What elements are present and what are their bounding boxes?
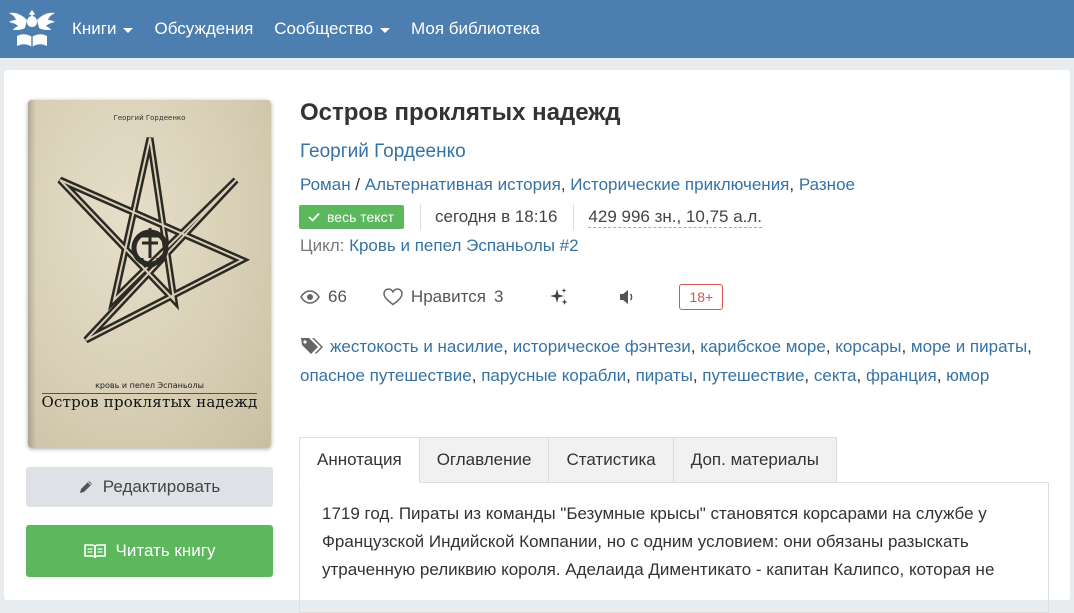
stats-row: 66 Нравится 3 18+ [300, 282, 724, 312]
edit-button[interactable]: Редактировать [26, 467, 273, 507]
tag-link[interactable]: юмор [946, 366, 989, 385]
heart-icon [383, 288, 403, 306]
pencil-icon [79, 480, 93, 494]
genre-separator: , [789, 175, 799, 194]
edit-button-label: Редактировать [102, 477, 221, 496]
tag-link[interactable]: опасное путешествие [300, 366, 472, 385]
age-rating-badge: 18+ [679, 284, 724, 310]
meta-divider [573, 204, 575, 230]
speaker-icon [620, 290, 633, 304]
nav-community-label: Сообщество [274, 19, 374, 38]
status-badge: весь текст [299, 205, 404, 229]
tag-link[interactable]: путешествие [702, 366, 804, 385]
genre-separator: , [560, 175, 571, 194]
chevron-down-icon [380, 27, 391, 33]
check-icon [308, 212, 320, 222]
cover-series: кровь и пепел Эспаньолы [95, 381, 204, 390]
updated-time: сегодня в 18:16 [435, 207, 558, 226]
tag-link[interactable]: жестокость и насилие [330, 337, 503, 356]
cycle-link[interactable]: Кровь и пепел Эспаньолы #2 [349, 236, 579, 255]
genre-link[interactable]: Исторические приключения [570, 175, 789, 194]
likes-count: 3 [493, 287, 504, 306]
nav-discussions[interactable]: Обсуждения [154, 19, 253, 39]
tag-link[interactable]: историческое фэнтези [513, 337, 691, 356]
tab-statistics[interactable]: Статистика [549, 437, 674, 483]
open-book-icon [83, 543, 106, 559]
status-badge-label: весь текст [327, 209, 394, 225]
eye-icon [300, 290, 320, 304]
annotation-text: 1719 год. Пираты из команды "Безумные кр… [322, 504, 995, 579]
read-book-button[interactable]: Читать книгу [26, 525, 273, 577]
chevron-down-icon [123, 27, 134, 33]
genre-separator: / [350, 175, 365, 194]
tab-annotation[interactable]: Аннотация [299, 437, 420, 483]
tag-link[interactable]: корсары [835, 337, 901, 356]
genre-link[interactable]: Роман [300, 175, 351, 194]
tags-icon [300, 337, 324, 363]
tag-link[interactable]: карибское море [700, 337, 826, 356]
views-count: 66 [328, 287, 347, 306]
nav-books-label: Книги [72, 19, 117, 38]
cover-title: Остров проклятых надежд [41, 393, 258, 411]
genre-link[interactable]: Альтернативная история [365, 175, 561, 194]
nav-my-library-label: Моя библиотека [411, 19, 540, 38]
tag-link[interactable]: море и пираты [911, 337, 1027, 356]
tag-list: жестокость и насилие, историческое фэнте… [300, 337, 1032, 385]
genre-list: Роман / Альтернативная история, Историче… [300, 175, 855, 195]
nav-community[interactable]: Сообщество [274, 19, 391, 39]
cycle-label: Цикл: [300, 236, 350, 255]
author-link[interactable]: Георгий Гордеенко [300, 141, 466, 163]
cover-author: Георгий Гордеенко [113, 114, 186, 122]
nav-discussions-label: Обсуждения [154, 19, 254, 38]
tab-content-panel: 1719 год. Пираты из команды "Безумные кр… [299, 483, 1049, 613]
book-meta-row: весь текст сегодня в 18:16 429 996 зн., … [299, 204, 763, 230]
book-size[interactable]: 429 996 зн., 10,75 а.л. [588, 207, 763, 228]
audio-button[interactable] [619, 289, 637, 305]
nav-my-library[interactable]: Моя библиотека [411, 19, 540, 39]
like-button[interactable]: Нравится 3 [383, 287, 503, 307]
read-book-button-label: Читать книгу [115, 541, 216, 560]
tag-link[interactable]: секта [814, 366, 857, 385]
sparkles-icon [550, 288, 568, 305]
book-cover[interactable]: Георгий Гордеенко кровь и пепел Эспаньол… [28, 100, 271, 448]
site-logo[interactable] [6, 3, 58, 55]
book-title: Остров проклятых надежд [300, 99, 621, 126]
nav-books[interactable]: Книги [72, 19, 134, 39]
tab-contents[interactable]: Оглавление [419, 437, 550, 483]
book-tabs: Аннотация Оглавление Статистика Доп. мат… [299, 437, 1049, 483]
book-panel: Георгий Гордеенко кровь и пепел Эспаньол… [4, 70, 1070, 613]
sparkles-button[interactable] [549, 287, 569, 307]
cycle-row: Цикл: Кровь и пепел Эспаньолы #2 [300, 236, 579, 256]
likes-label: Нравится [410, 287, 486, 306]
views-stat: 66 [300, 287, 347, 307]
tag-link[interactable]: парусные корабли [481, 366, 626, 385]
heptagram-emblem-icon [57, 137, 251, 344]
eagle-book-logo-icon [9, 10, 55, 47]
genre-link[interactable]: Разное [799, 175, 855, 194]
tag-link[interactable]: пираты [636, 366, 693, 385]
meta-divider [420, 204, 421, 230]
tag-link[interactable]: франция [866, 366, 937, 385]
top-navbar: Книги Обсуждения Сообщество Моя библиоте… [0, 0, 1074, 58]
tab-extra-materials[interactable]: Доп. материалы [673, 437, 837, 483]
